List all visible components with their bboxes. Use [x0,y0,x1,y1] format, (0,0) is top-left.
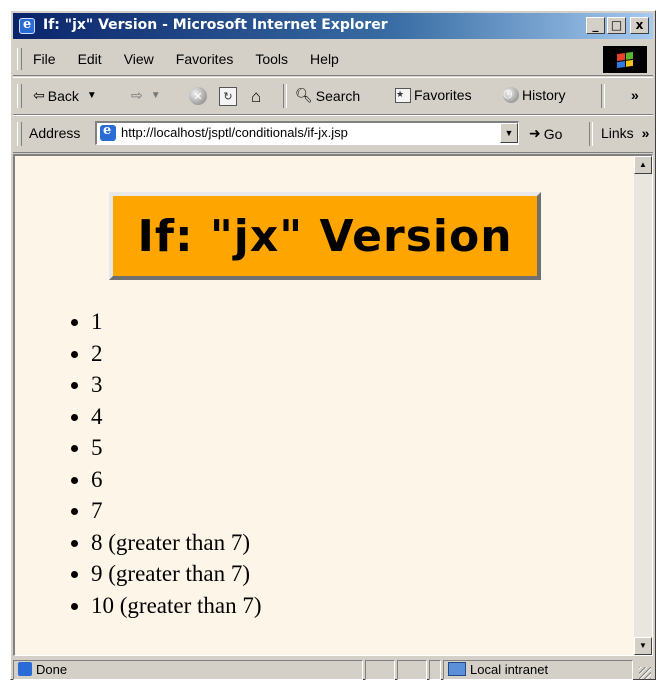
history-icon: ◷ [503,87,519,103]
menu-edit[interactable]: Edit [78,51,102,67]
resize-grip[interactable] [639,667,651,679]
page-heading-box: If: "jx" Version [109,192,541,280]
address-grip[interactable] [17,122,22,146]
minimize-button[interactable]: _ [586,17,605,34]
list-item: 6 [91,464,262,496]
stop-button[interactable]: ✕ [189,87,207,105]
address-dropdown-button[interactable]: ▼ [500,123,518,143]
back-arrow-icon: ⇦ [33,87,45,103]
back-button[interactable]: ⇦ Back ▼ [33,87,97,104]
stop-icon: ✕ [189,87,207,105]
list-item: 7 [91,495,262,527]
history-button[interactable]: ◷ History [503,87,566,103]
status-bar: Done Local intranet [13,659,653,681]
windows-flag-icon [617,51,633,68]
home-icon: ⌂ [251,87,262,106]
list-item: 10 (greater than 7) [91,590,262,622]
menu-favorites[interactable]: Favorites [176,51,234,67]
favorites-label: Favorites [414,87,472,103]
page-title: If: "jx" Version [137,210,513,262]
list-item: 4 [91,401,262,433]
page-content: If: "jx" Version 1 2 3 4 5 6 7 8 (greate… [13,154,653,656]
address-bar: Address ▼ ➜ Go Links » [13,115,653,153]
back-label: Back [47,87,79,104]
forward-arrow-icon: ⇨ [131,87,143,103]
toolbar-grip[interactable] [17,84,22,108]
address-input[interactable] [121,125,481,140]
ie-page-icon [18,662,32,676]
maximize-button[interactable]: □ [607,17,626,34]
zone-text: Local intranet [470,662,549,677]
links-button[interactable]: Links » [601,125,649,141]
forward-dropdown-icon[interactable]: ▼ [151,90,161,101]
window-title: If: "jx" Version - Microsoft Internet Ex… [43,17,388,33]
status-cell-2 [365,660,395,680]
menu-bar: File Edit View Favorites Tools Help [13,43,653,76]
menu-view[interactable]: View [124,51,154,67]
links-label: Links [601,125,634,141]
search-label: Search [315,87,361,104]
status-text-cell: Done [13,660,363,680]
list-item: 2 [91,338,262,370]
go-button[interactable]: ➜ Go [529,125,562,142]
menu-tools[interactable]: Tools [255,51,288,67]
status-cell-3 [397,660,427,680]
list-item: 8 (greater than 7) [91,527,262,559]
status-cell-4 [429,660,441,680]
list-item: 3 [91,369,262,401]
refresh-icon: ↻ [219,87,237,106]
list-item: 5 [91,432,262,464]
menu-grip[interactable] [17,48,22,70]
zone-cell: Local intranet [443,660,633,680]
forward-button[interactable]: ⇨ ▼ [131,87,161,104]
go-arrow-icon: ➜ [529,125,541,141]
ie-icon [19,17,35,34]
list-item: 9 (greater than 7) [91,558,262,590]
menu-help[interactable]: Help [310,51,339,67]
vertical-scrollbar[interactable]: ▲ ▼ [634,156,652,655]
toolbar-separator [283,84,287,108]
address-field[interactable]: ▼ [95,121,519,145]
back-dropdown-icon[interactable]: ▼ [87,90,97,101]
search-button[interactable]: 🔍︎ Search [295,87,360,104]
status-text: Done [36,662,68,677]
number-list: 1 2 3 4 5 6 7 8 (greater than 7) 9 (grea… [67,306,262,621]
links-overflow-icon[interactable]: » [642,125,650,141]
page-icon [100,123,116,141]
refresh-button[interactable]: ↻ [219,87,237,106]
scroll-up-button[interactable]: ▲ [634,156,652,174]
toolbar-separator-2 [601,84,605,108]
close-button[interactable]: x [630,17,649,34]
history-label: History [522,87,566,103]
go-label: Go [543,125,563,142]
toolbar-overflow-button[interactable]: » [631,87,639,103]
title-bar[interactable]: If: "jx" Version - Microsoft Internet Ex… [13,13,653,39]
menu-file[interactable]: File [33,51,56,67]
scroll-down-button[interactable]: ▼ [634,637,652,655]
list-item: 1 [91,306,262,338]
address-separator [589,122,593,146]
favorites-icon: ★ [395,87,411,103]
favorites-button[interactable]: ★ Favorites [395,87,472,103]
search-icon: 🔍︎ [295,87,313,103]
windows-logo [603,46,647,73]
home-button[interactable]: ⌂ [251,87,261,107]
page-viewport: If: "jx" Version 1 2 3 4 5 6 7 8 (greate… [15,156,634,655]
standard-toolbar: ⇦ Back ▼ ⇨ ▼ ✕ ↻ ⌂ 🔍︎ Search ★ Favorites… [13,77,653,115]
browser-window: If: "jx" Version - Microsoft Internet Ex… [10,10,656,680]
local-intranet-icon [448,662,466,676]
address-label: Address [29,125,81,141]
